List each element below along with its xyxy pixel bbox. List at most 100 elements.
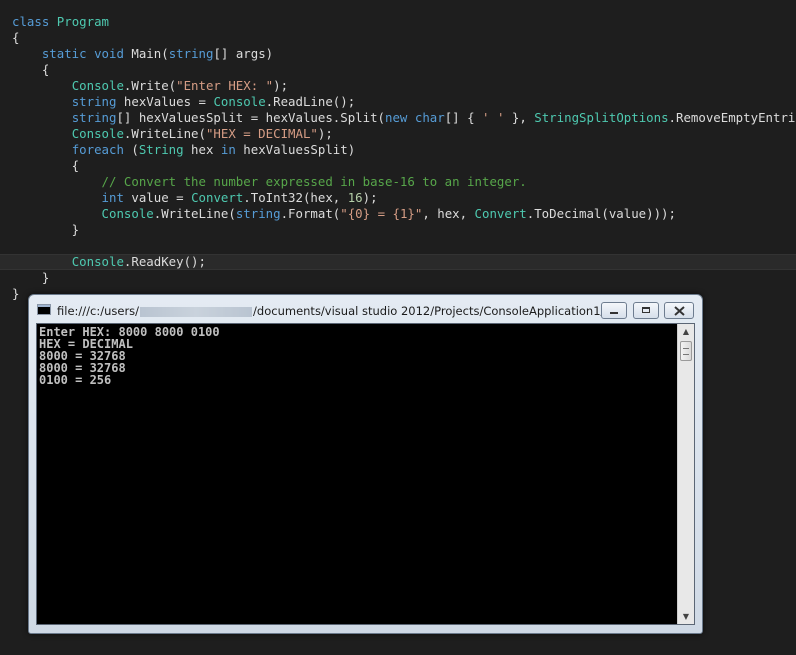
console-output-area[interactable]: Enter HEX: 8000 8000 0100 HEX = DECIMAL 80… [36, 323, 695, 625]
code-token: Console [71, 126, 124, 141]
code-token: ' ' [482, 110, 505, 125]
code-token: { [12, 30, 20, 45]
close-button[interactable] [664, 302, 694, 319]
code-token: string [71, 94, 117, 109]
code-token: 16 [347, 190, 363, 205]
code-token: [] hexValuesSplit = hexValues.Split( [116, 110, 386, 125]
code-line[interactable]: int value = Convert.ToInt32(hex, 16); [0, 190, 796, 206]
code-line[interactable]: // Convert the number expressed in base-… [0, 174, 796, 190]
code-token: char [414, 110, 445, 125]
code-line[interactable]: { [0, 30, 796, 46]
maximize-button[interactable] [633, 302, 659, 319]
close-icon [674, 306, 685, 316]
code-token: .ReadLine(); [265, 94, 356, 109]
code-token: class [12, 14, 50, 29]
code-token: } [12, 270, 50, 285]
console-output: Enter HEX: 8000 8000 0100 HEX = DECIMAL 80… [39, 326, 220, 386]
console-titlebar[interactable]: file:///c:/users/ /documents/visual studi… [29, 295, 702, 323]
code-line[interactable]: } [0, 270, 796, 286]
code-token: } [12, 222, 80, 237]
code-token: }, [504, 110, 535, 125]
code-token: // Convert the number expressed in base-… [101, 174, 527, 189]
code-token: .WriteLine( [153, 206, 236, 221]
code-token: .Format( [280, 206, 341, 221]
code-token: .WriteLine( [123, 126, 206, 141]
scroll-thumb[interactable] [680, 341, 692, 361]
code-token: Console [101, 206, 154, 221]
code-token: Console [71, 78, 124, 93]
code-token: "HEX = DECIMAL" [205, 126, 318, 141]
code-token: [] { [444, 110, 483, 125]
code-token: string [235, 206, 281, 221]
code-line[interactable]: } [0, 222, 796, 238]
code-token: ( [123, 142, 139, 157]
code-line[interactable]: Console.ReadKey(); [0, 254, 796, 270]
code-line[interactable]: Console.WriteLine(string.Format("{0} = {… [0, 206, 796, 222]
code-token: .ReadKey(); [123, 254, 206, 269]
code-line[interactable]: Console.Write("Enter HEX: "); [0, 78, 796, 94]
code-token: hexValues = [116, 94, 214, 109]
console-window-title: file:///c:/users/ /documents/visual studi… [57, 303, 623, 319]
code-line[interactable]: foreach (String hex in hexValuesSplit) [0, 142, 796, 158]
code-token: Console [213, 94, 266, 109]
code-token: [] args) [213, 46, 274, 61]
console-output-line: 0100 = 256 [39, 373, 112, 387]
cmd-icon [37, 304, 51, 315]
code-token: .Write( [123, 78, 177, 93]
code-token: void [94, 46, 124, 61]
code-token: static [41, 46, 87, 61]
redacted-username [140, 306, 253, 317]
code-token: ); [317, 126, 333, 141]
code-token: Convert [191, 190, 244, 205]
code-token: Console [71, 254, 124, 269]
code-line[interactable]: string[] hexValuesSplit = hexValues.Spli… [0, 110, 796, 126]
code-token: "{0} = {1}" [340, 206, 423, 221]
code-line[interactable]: { [0, 158, 796, 174]
code-line[interactable]: static void Main(string[] args) [0, 46, 796, 62]
scroll-up-button[interactable]: ▲ [678, 324, 694, 339]
code-line[interactable]: { [0, 62, 796, 78]
code-token: , hex, [422, 206, 475, 221]
scroll-up-arrow-icon: ▲ [682, 327, 690, 336]
scroll-down-arrow-icon: ▼ [682, 612, 690, 621]
code-token: value = [123, 190, 192, 205]
code-token: ); [362, 190, 378, 205]
code-token: in [220, 142, 236, 157]
code-token: ); [273, 78, 289, 93]
code-token: string [168, 46, 214, 61]
code-token: int [101, 190, 124, 205]
minimize-button[interactable] [601, 302, 627, 319]
title-path-suffix: /documents/visual studio 2012/Projects/C… [253, 304, 623, 318]
code-token: new [385, 110, 408, 125]
code-line[interactable]: class Program [0, 14, 796, 30]
console-scrollbar[interactable]: ▲ ▼ [677, 324, 694, 624]
code-token: string [71, 110, 117, 125]
scroll-down-button[interactable]: ▼ [678, 609, 694, 624]
code-token: String [138, 142, 184, 157]
code-token: "Enter HEX: " [176, 78, 274, 93]
code-token: Main( [123, 46, 169, 61]
code-token: Program [56, 14, 109, 29]
code-line[interactable]: string hexValues = Console.ReadLine(); [0, 94, 796, 110]
title-path-prefix: file:///c:/users/ [57, 304, 140, 318]
code-token: hex [183, 142, 221, 157]
console-window[interactable]: file:///c:/users/ /documents/visual studi… [28, 294, 703, 634]
code-token: { [12, 158, 80, 173]
code-line[interactable]: Console.WriteLine("HEX = DECIMAL"); [0, 126, 796, 142]
code-line[interactable] [0, 238, 796, 254]
code-token: Convert [474, 206, 527, 221]
code-token: .ToDecimal(value))); [526, 206, 676, 221]
code-token: hexValuesSplit) [235, 142, 356, 157]
code-token: StringSplitOptions [534, 110, 669, 125]
code-token: } [12, 286, 20, 301]
